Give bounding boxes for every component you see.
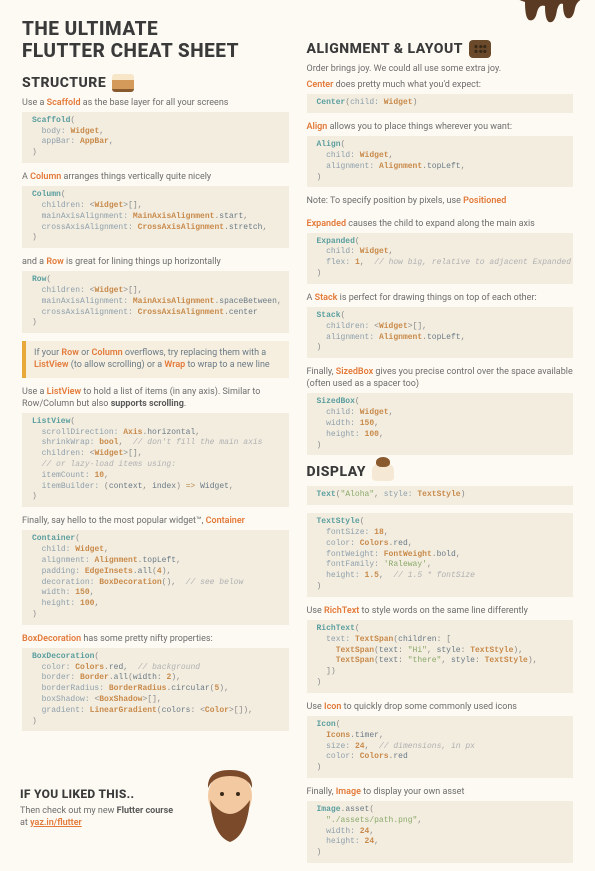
alignment-p2: Align allows you to place things whereve…: [307, 121, 574, 133]
code-stack: Stack( children: <Widget>[], alignment: …: [307, 307, 574, 358]
structure-p2: A Column arranges things vertically quit…: [22, 171, 289, 183]
right-column: ALIGNMENT & LAYOUT Order brings joy. We …: [307, 18, 574, 871]
display-p4: Use Icon to quickly drop some commonly u…: [307, 701, 574, 713]
alignment-sub: Order brings joy. We could all use some …: [307, 63, 574, 75]
structure-heading: STRUCTURE: [22, 74, 289, 92]
alignment-p5: A Stack is perfect for drawing things on…: [307, 292, 574, 304]
footer: IF YOU LIKED THIS.. Then check out my ne…: [0, 787, 298, 842]
code-scaffold: Scaffold( body: Widget, appBar: AppBar, …: [22, 112, 289, 163]
code-column: Column( children: <Widget>[], mainAxisAl…: [22, 186, 289, 248]
code-richtext: RichText( text: TextSpan(children: [ Tex…: [307, 620, 574, 693]
overflow-callout: If your Row or Column overflows, try rep…: [22, 341, 289, 377]
alignment-p4: Expanded causes the child to expand alon…: [307, 218, 574, 230]
page-title: THE ULTIMATE FLUTTER CHEAT SHEET: [22, 18, 289, 62]
alignment-p3: Note: To specify position by pixels, use…: [307, 195, 574, 207]
display-p5: Finally, Image to display your own asset: [307, 786, 574, 798]
code-boxdecoration: BoxDecoration( color: Colors.red, // bac…: [22, 648, 289, 732]
code-center: Center(child: Widget): [307, 94, 574, 113]
footer-link[interactable]: yaz.in/flutter: [30, 818, 82, 828]
structure-p6: BoxDecoration has some pretty nifty prop…: [22, 633, 289, 645]
code-listview: ListView( scrollDirection: Axis.horizont…: [22, 413, 289, 507]
cookie-icon: [469, 40, 491, 58]
code-sizedbox: SizedBox( child: Widget, width: 150, hei…: [307, 393, 574, 455]
code-row: Row( children: <Widget>[], mainAxisAlign…: [22, 271, 289, 333]
alignment-heading-text: ALIGNMENT & LAYOUT: [307, 41, 464, 57]
structure-p4: Use a ListView to hold a list of items (…: [22, 386, 289, 410]
alignment-heading: ALIGNMENT & LAYOUT: [307, 40, 574, 58]
display-heading-text: DISPLAY: [307, 464, 366, 480]
code-icon: Icon( Icons.timer, size: 24, // dimensio…: [307, 716, 574, 778]
code-container: Container( child: Widget, alignment: Ali…: [22, 530, 289, 624]
code-text: Text("Aloha", style: TextStyle): [307, 486, 574, 505]
icecream-icon: [372, 463, 394, 481]
left-column: THE ULTIMATE FLUTTER CHEAT SHEET STRUCTU…: [22, 18, 289, 871]
code-image: Image.asset( "./assets/path.png", width:…: [307, 801, 574, 863]
code-textstyle: TextStyle( fontSize: 18, color: Colors.r…: [307, 513, 574, 597]
structure-p1: Use a Scaffold as the base layer for all…: [22, 97, 289, 109]
display-heading: DISPLAY: [307, 463, 574, 481]
structure-p3: and a Row is great for lining things up …: [22, 256, 289, 268]
title-line-2: FLUTTER CHEAT SHEET: [22, 39, 239, 62]
beard-avatar-icon: [195, 766, 265, 846]
chocolate-drip-icon: [515, 0, 585, 30]
cake-icon: [112, 74, 134, 92]
code-expanded: Expanded( child: Widget, flex: 1, // how…: [307, 233, 574, 284]
display-p3: Use RichText to style words on the same …: [307, 605, 574, 617]
code-align: Align( child: Widget, alignment: Alignme…: [307, 136, 574, 187]
structure-p5: Finally, say hello to the most popular w…: [22, 515, 289, 527]
structure-heading-text: STRUCTURE: [22, 75, 106, 91]
title-line-1: THE ULTIMATE: [22, 17, 158, 40]
alignment-p6: Finally, SizedBox gives you precise cont…: [307, 366, 574, 390]
alignment-p1: Center does pretty much what you'd expec…: [307, 79, 574, 91]
